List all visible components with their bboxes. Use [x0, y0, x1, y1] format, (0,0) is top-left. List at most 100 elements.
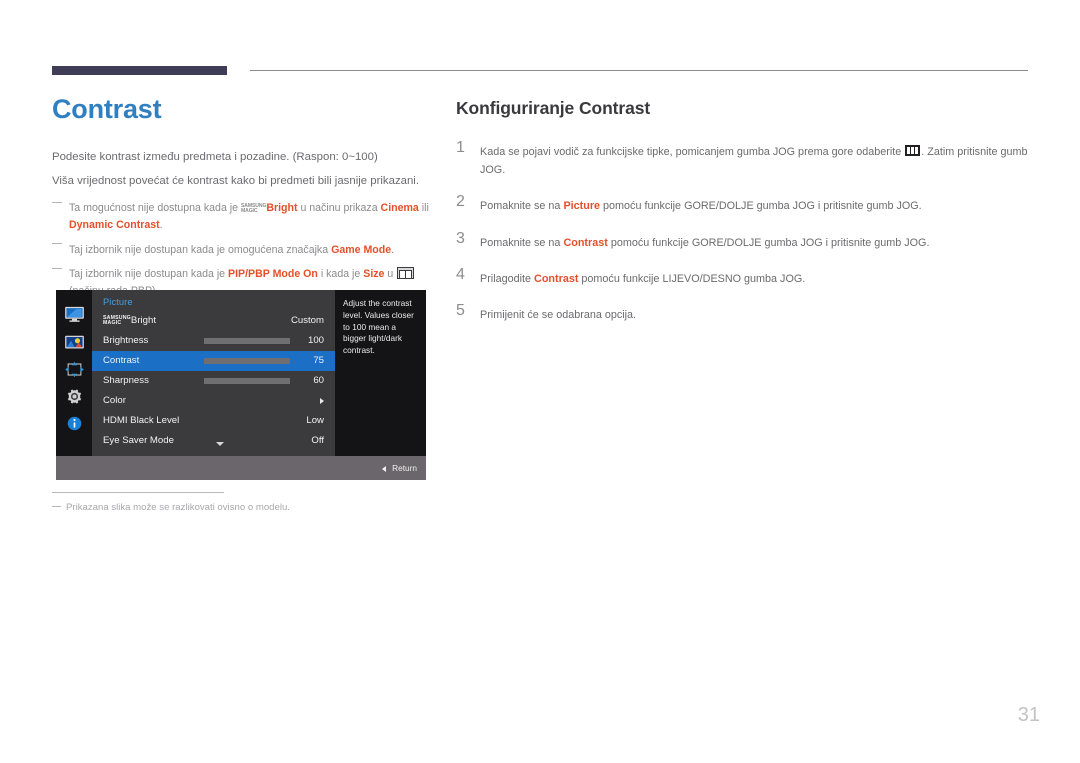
body-paragraph-2: Viša vrijednost povećat će kontrast kako… — [52, 175, 420, 188]
notes-list: Ta mogućnost nije dostupna kada je SAMSU… — [52, 200, 432, 300]
osd-row-brightness[interactable]: Brightness 100 — [92, 331, 335, 351]
step-text-part-a: Pomaknite se na — [480, 200, 564, 213]
step-text-part-a: Kada se pojavi vodič za funkcijske tipke… — [480, 146, 905, 158]
header-rule-line — [250, 70, 1028, 71]
step-item: 4 Prilagodite Contrast pomoću funkcije L… — [456, 265, 1036, 287]
osd-row-label: Eye Saver Mode — [103, 435, 174, 446]
osd-row-value: 60 — [313, 375, 324, 386]
osd-menu-panel: Picture SAMSUNG MAGIC Bright Custom Bright… — [92, 290, 335, 456]
osd-section-title: Picture — [103, 297, 133, 307]
return-arrow-icon — [382, 466, 386, 472]
step-highlight-contrast: Contrast — [563, 236, 608, 249]
picture-icon[interactable] — [64, 334, 85, 351]
pip-pbp-icon[interactable] — [64, 361, 85, 378]
magic-bottom-text-osd: MAGIC — [103, 320, 122, 326]
samsung-magic-logo-osd: SAMSUNG MAGIC — [103, 315, 131, 327]
note-dash-icon — [52, 243, 62, 245]
step-item: 3 Pomaknite se na Contrast pomoću funkci… — [456, 229, 1036, 251]
osd-description-text: Adjust the contrast level. Values closer… — [343, 298, 414, 356]
step-number: 3 — [456, 229, 465, 247]
right-content-column: Konfiguriranje Contrast 1 Kada se pojavi… — [456, 98, 1036, 341]
menu-bars-icon — [905, 145, 921, 156]
note-text-3a: Taj izbornik nije dostupan kada je — [69, 268, 229, 281]
osd-row-contrast[interactable]: Contrast 75 — [92, 351, 335, 371]
osd-bottom-bar: Return — [56, 456, 426, 480]
display-icon[interactable] — [64, 306, 85, 323]
note-highlight-size: Size — [363, 268, 385, 281]
osd-icon-sidebar — [56, 290, 92, 456]
osd-row-label: Sharpness — [103, 375, 149, 386]
note-item: Ta mogućnost nije dostupna kada je SAMSU… — [52, 200, 432, 233]
step-text-part-b: pomoću funkcije LIJEVO/DESNO gumba JOG. — [578, 272, 806, 285]
footnote-dash-icon — [52, 506, 61, 507]
osd-description-panel: Adjust the contrast level. Values closer… — [335, 290, 426, 456]
note-dash-icon — [52, 201, 62, 203]
note-text-3b: i kada je — [317, 268, 364, 281]
osd-return-label[interactable]: Return — [392, 463, 417, 473]
step-text-part-b: pomoću funkcije GORE/DOLJE gumba JOG i p… — [600, 200, 922, 213]
osd-slider-track[interactable] — [204, 378, 290, 384]
osd-row-magicbright[interactable]: SAMSUNG MAGIC Bright Custom — [92, 311, 335, 331]
note-highlight-cinema: Cinema — [380, 202, 419, 215]
osd-row-label: Color — [103, 395, 126, 406]
note-text-1a: Ta mogućnost nije dostupna kada je — [69, 202, 241, 215]
page-title: Contrast — [52, 94, 162, 124]
step-text: Prilagodite Contrast pomoću funkcije LIJ… — [480, 273, 805, 285]
osd-row-value: Low — [306, 415, 324, 426]
step-text-part-a: Prilagodite — [480, 272, 535, 285]
note-highlight-bright: Bright — [266, 202, 298, 215]
osd-row-value: Off — [311, 435, 324, 446]
note-text-1b: u načinu prikaza — [297, 202, 381, 215]
step-text-part-b: pomoću funkcije GORE/DOLJE gumba JOG i p… — [607, 236, 930, 249]
information-icon[interactable] — [64, 415, 85, 432]
step-number: 2 — [456, 193, 465, 211]
osd-row-label: SAMSUNG MAGIC Bright — [103, 315, 156, 326]
note-dash-icon — [52, 267, 62, 269]
step-item: 1 Kada se pojavi vodič za funkcijske tip… — [456, 139, 1036, 178]
step-text: Kada se pojavi vodič za funkcijske tipke… — [480, 145, 1028, 176]
page-number: 31 — [1017, 704, 1040, 726]
footnote-divider — [52, 492, 224, 493]
osd-row-label: Brightness — [103, 335, 149, 346]
osd-row-eye-saver-mode[interactable]: Eye Saver Mode Off — [92, 431, 335, 451]
osd-slider-track[interactable] — [204, 358, 290, 364]
pbp-size-icon — [397, 267, 415, 280]
step-text-part-a: Pomaknite se na — [480, 236, 564, 249]
osd-row-label: Contrast — [103, 355, 140, 366]
step-number: 4 — [456, 265, 465, 283]
step-item: 2 Pomaknite se na Picture pomoću funkcij… — [456, 193, 1036, 214]
note-text-2a: Taj izbornik nije dostupan kada je omogu… — [69, 243, 332, 256]
samsung-magic-logo: SAMSUNG MAGIC — [241, 200, 266, 217]
footnote-text: Prikazana slika može se razlikovati ovis… — [66, 502, 290, 513]
footnote: Prikazana slika može se razlikovati ovis… — [52, 502, 290, 513]
magic-bottom-text: MAGIC — [240, 208, 258, 215]
note-text-1c: ili — [418, 202, 429, 215]
step-text: Primijenit će se odabrana opcija. — [480, 309, 636, 321]
note-highlight-game-mode: Game Mode — [331, 243, 392, 256]
body-paragraph-1: Podesite kontrast između predmeta i poza… — [52, 150, 378, 163]
system-gear-icon[interactable] — [64, 388, 85, 405]
osd-screenshot: Picture SAMSUNG MAGIC Bright Custom Bright… — [56, 290, 426, 480]
osd-row-value: Custom — [290, 315, 324, 326]
note-text-3c: u — [384, 268, 397, 281]
left-content-column: Contrast Podesite kontrast između predme… — [52, 94, 432, 308]
scroll-down-icon[interactable] — [216, 442, 224, 446]
osd-row-sharpness[interactable]: Sharpness 60 — [92, 371, 335, 391]
note-item: Taj izbornik nije dostupan kada je omogu… — [52, 242, 432, 259]
osd-row-label: HDMI Black Level — [103, 415, 180, 426]
osd-slider-track[interactable] — [204, 338, 290, 344]
step-text: Pomaknite se na Contrast pomoću funkcije… — [480, 237, 929, 249]
step-number: 5 — [456, 301, 465, 319]
note-highlight-pip-pbp-mode-on: PIP/PBP Mode On — [228, 268, 318, 281]
step-text-part-a: Primijenit će se odabrana opcija. — [480, 308, 637, 321]
osd-row-hdmi-black-level[interactable]: HDMI Black Level Low — [92, 411, 335, 431]
header-accent-bar — [52, 66, 227, 75]
step-item: 5 Primijenit će se odabrana opcija. — [456, 301, 1036, 323]
osd-row-color[interactable]: Color — [92, 391, 335, 411]
note-highlight-dynamic-contrast: Dynamic Contrast — [69, 218, 160, 231]
chevron-right-icon — [320, 398, 324, 404]
step-highlight-contrast: Contrast — [534, 272, 579, 285]
step-text: Pomaknite se na Picture pomoću funkcije … — [480, 200, 922, 212]
osd-row-value: 100 — [307, 335, 324, 346]
section-title: Konfiguriranje Contrast — [456, 98, 651, 118]
